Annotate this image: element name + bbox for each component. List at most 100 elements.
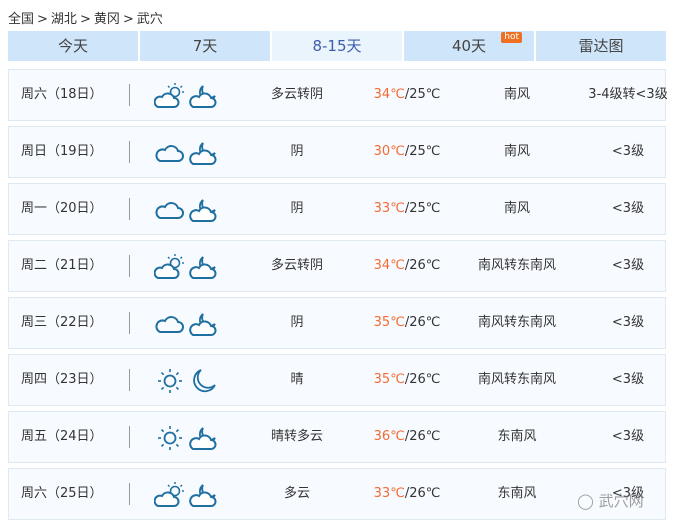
weather-desc: 多云转阴 — [270, 258, 323, 273]
weather-desc: 晴 — [290, 372, 304, 387]
forecast-tabs: 今天 7天 8-15天 40天 hot 雷达图 — [8, 31, 666, 61]
date: 周六（25日） — [21, 486, 103, 501]
moon-cloud-icon — [189, 427, 217, 450]
wind-direction: 南风 — [503, 87, 530, 102]
tab-0[interactable]: 今天 — [8, 31, 138, 61]
wind-direction: 南风转东南风 — [477, 315, 556, 330]
weather-desc: 晴转多云 — [270, 429, 323, 444]
temp-low: /26℃ — [404, 429, 441, 444]
wind-direction: 南风转东南风 — [477, 258, 556, 273]
wind-direction: 南风 — [503, 201, 530, 216]
tab-2[interactable]: 8-15天 — [272, 31, 402, 61]
forecast-row: 周五（24日） 晴转多云 36℃/26℃ 东南风 <3级 — [8, 411, 666, 463]
moon-cloud-icon — [189, 313, 217, 336]
temp-low: /25℃ — [404, 87, 441, 102]
temp-high: 33℃ — [373, 486, 405, 501]
temp-low: /26℃ — [404, 486, 441, 501]
date: 周三（22日） — [21, 315, 103, 330]
date: 周四（23日） — [21, 372, 103, 387]
tab-label: 雷达图 — [578, 37, 624, 55]
breadcrumb: 全国 > 湖北 > 黄冈 > 武穴 — [8, 8, 166, 27]
wind-level: <3级 — [611, 372, 645, 387]
temp-high: 33℃ — [373, 201, 405, 216]
temp-low: /26℃ — [404, 315, 441, 330]
temperature: 35℃/26℃ — [359, 298, 455, 348]
cloud-sun-icon — [154, 83, 184, 108]
sun-icon — [158, 369, 182, 393]
temp-high: 30℃ — [373, 144, 405, 159]
temp-low: /25℃ — [404, 144, 441, 159]
temperature: 34℃/26℃ — [359, 241, 455, 291]
divider — [129, 84, 130, 106]
tab-label: 40天 — [451, 37, 487, 55]
breadcrumb-item[interactable]: 黄冈 — [94, 12, 120, 27]
tab-label: 7天 — [192, 37, 218, 55]
moon-cloud-icon — [189, 256, 217, 279]
tab-label: 8-15天 — [312, 37, 362, 55]
cloud-icon — [155, 145, 184, 162]
divider — [129, 483, 130, 505]
watermark: ◯ 武穴网 — [577, 492, 644, 510]
wind-direction: 南风转东南风 — [477, 372, 556, 387]
temp-high: 34℃ — [373, 258, 405, 273]
wind-direction: 东南风 — [497, 486, 537, 501]
date: 周五（24日） — [21, 429, 103, 444]
divider — [129, 312, 130, 334]
date: 周二（21日） — [21, 258, 103, 273]
wind-level: <3级 — [611, 429, 645, 444]
temp-high: 35℃ — [373, 372, 405, 387]
forecast-row: 周一（20日） 阴 33℃/25℃ 南风 <3级 — [8, 183, 666, 235]
tab-3[interactable]: 40天 hot — [404, 31, 534, 61]
temp-high: 34℃ — [373, 87, 405, 102]
sun-icon — [158, 426, 182, 450]
temperature: 33℃/26℃ — [359, 469, 455, 519]
wind-level: <3级 — [611, 201, 645, 216]
breadcrumb-separator: > — [79, 12, 91, 27]
wind-direction: 东南风 — [497, 429, 537, 444]
date: 周六（18日） — [21, 87, 103, 102]
tab-4[interactable]: 雷达图 — [536, 31, 666, 61]
temperature: 30℃/25℃ — [359, 127, 455, 177]
forecast-row: 周六（18日） 多云转阴 34℃/25℃ 南风 3-4级转<3级 — [8, 69, 668, 121]
weather-desc: 多云 — [283, 486, 310, 501]
weather-desc: 阴 — [290, 144, 304, 159]
temp-low: /25℃ — [404, 201, 441, 216]
date: 周日（19日） — [21, 144, 103, 159]
weather-desc: 阴 — [290, 201, 304, 216]
divider — [129, 369, 130, 391]
temperature: 33℃/25℃ — [359, 184, 455, 234]
temp-high: 36℃ — [373, 429, 405, 444]
wind-level: 3-4级转<3级 — [588, 87, 668, 102]
temperature: 36℃/26℃ — [359, 412, 455, 462]
temp-low: /26℃ — [404, 372, 441, 387]
date: 周一（20日） — [21, 201, 103, 216]
temp-high: 35℃ — [373, 315, 405, 330]
tab-1[interactable]: 7天 — [140, 31, 270, 61]
temperature: 34℃/25℃ — [359, 70, 455, 120]
breadcrumb-item[interactable]: 全国 — [8, 12, 34, 27]
breadcrumb-separator: > — [122, 12, 134, 27]
cloud-sun-icon — [154, 254, 184, 279]
forecast-row: 周二（21日） 多云转阴 34℃/26℃ 南风转东南风 <3级 — [8, 240, 666, 292]
weather-desc: 多云转阴 — [270, 87, 323, 102]
divider — [129, 255, 130, 277]
wind-level: <3级 — [611, 315, 645, 330]
forecast-row: 周日（19日） 阴 30℃/25℃ 南风 <3级 — [8, 126, 666, 178]
temperature: 35℃/26℃ — [359, 355, 455, 405]
divider — [129, 426, 130, 448]
breadcrumb-item[interactable]: 武穴 — [137, 12, 163, 27]
breadcrumb-item[interactable]: 湖北 — [51, 12, 77, 27]
wind-level: <3级 — [611, 144, 645, 159]
divider — [129, 198, 130, 220]
moon-icon — [193, 369, 216, 393]
temp-low: /26℃ — [404, 258, 441, 273]
hot-badge: hot — [501, 32, 522, 43]
breadcrumb-separator: > — [37, 12, 48, 27]
forecast-row: 周六（25日） 多云 33℃/26℃ 东南风 <3级 — [8, 468, 666, 520]
tab-label: 今天 — [57, 37, 88, 55]
forecast-row: 周三（22日） 阴 35℃/26℃ 南风转东南风 <3级 — [8, 297, 666, 349]
forecast-row: 周四（23日） 晴 35℃/26℃ 南风转东南风 <3级 — [8, 354, 666, 406]
moon-cloud-icon — [189, 484, 217, 507]
cloud-icon — [155, 316, 184, 333]
moon-cloud-icon — [189, 199, 217, 222]
